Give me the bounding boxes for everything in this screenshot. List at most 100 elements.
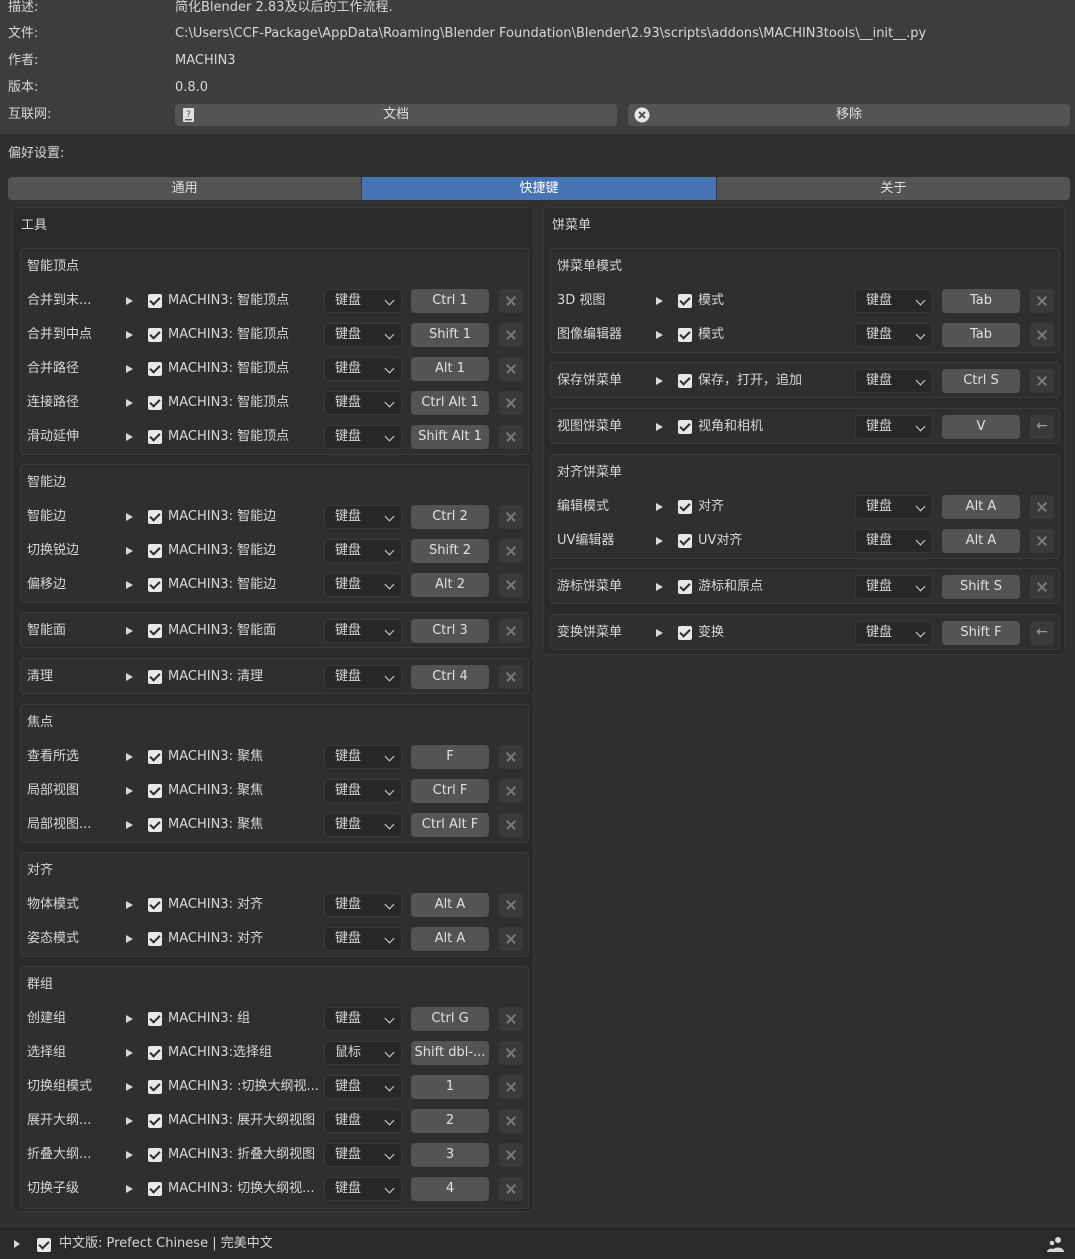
keymap-active-checkbox[interactable] — [148, 510, 162, 524]
key-binding-button[interactable]: Ctrl 1 — [411, 289, 489, 313]
input-type-dropdown[interactable]: 键盘 — [324, 1177, 402, 1201]
expand-triangle-icon[interactable] — [126, 297, 133, 305]
keymap-active-checkbox[interactable] — [678, 580, 692, 594]
keymap-active-checkbox[interactable] — [148, 362, 162, 376]
key-binding-button[interactable]: Ctrl Alt F — [411, 813, 489, 837]
input-type-dropdown[interactable]: 键盘 — [324, 779, 402, 803]
remove-item-button[interactable] — [1030, 529, 1054, 553]
key-binding-button[interactable]: Ctrl F — [411, 779, 489, 803]
input-type-dropdown[interactable]: 键盘 — [324, 893, 402, 917]
remove-item-button[interactable] — [499, 357, 523, 381]
expand-triangle-icon[interactable] — [656, 297, 663, 305]
expand-triangle-icon[interactable] — [126, 547, 133, 555]
remove-item-button[interactable] — [499, 779, 523, 803]
input-type-dropdown[interactable]: 鼠标 — [324, 1041, 402, 1065]
input-type-dropdown[interactable]: 键盘 — [324, 1007, 402, 1031]
input-type-dropdown[interactable]: 键盘 — [324, 813, 402, 837]
key-binding-button[interactable]: Shift 2 — [411, 539, 489, 563]
keymap-active-checkbox[interactable] — [148, 1046, 162, 1060]
key-binding-button[interactable]: Shift 1 — [411, 323, 489, 347]
input-type-dropdown[interactable]: 键盘 — [324, 573, 402, 597]
expand-triangle-icon[interactable] — [126, 1049, 133, 1057]
remove-item-button[interactable] — [499, 391, 523, 415]
expand-triangle-icon[interactable] — [656, 629, 663, 637]
docs-button[interactable]: ? 文档 — [175, 104, 617, 126]
key-binding-button[interactable]: Alt 2 — [411, 573, 489, 597]
key-binding-button[interactable]: Alt 1 — [411, 357, 489, 381]
remove-item-button[interactable] — [499, 1109, 523, 1133]
expand-triangle-icon[interactable] — [126, 901, 133, 909]
keymap-active-checkbox[interactable] — [148, 1114, 162, 1128]
expand-triangle-icon[interactable] — [126, 627, 133, 635]
tab-about[interactable]: 关于 — [716, 177, 1070, 200]
keymap-active-checkbox[interactable] — [148, 430, 162, 444]
input-type-dropdown[interactable]: 键盘 — [324, 289, 402, 313]
keymap-active-checkbox[interactable] — [148, 578, 162, 592]
input-type-dropdown[interactable]: 键盘 — [855, 575, 933, 599]
remove-item-button[interactable] — [1030, 369, 1054, 393]
keymap-active-checkbox[interactable] — [678, 294, 692, 308]
tab-general[interactable]: 通用 — [8, 177, 363, 200]
expand-triangle-icon[interactable] — [126, 513, 133, 521]
expand-triangle-icon[interactable] — [126, 331, 133, 339]
expand-triangle-icon[interactable] — [126, 1083, 133, 1091]
expand-triangle-icon[interactable] — [126, 1185, 133, 1193]
key-binding-button[interactable]: Alt A — [411, 927, 489, 951]
remove-item-button[interactable] — [499, 1007, 523, 1031]
remove-item-button[interactable] — [499, 1075, 523, 1099]
key-binding-button[interactable]: Ctrl Alt 1 — [411, 391, 489, 415]
keymap-active-checkbox[interactable] — [148, 750, 162, 764]
remove-item-button[interactable] — [1030, 323, 1054, 347]
remove-item-button[interactable] — [499, 893, 523, 917]
key-binding-button[interactable]: Alt A — [942, 495, 1020, 519]
remove-item-button[interactable] — [499, 1143, 523, 1167]
key-binding-button[interactable]: Tab — [942, 323, 1020, 347]
key-binding-button[interactable]: Alt A — [942, 529, 1020, 553]
remove-item-button[interactable] — [1030, 289, 1054, 313]
input-type-dropdown[interactable]: 键盘 — [324, 391, 402, 415]
remove-item-button[interactable] — [1030, 495, 1054, 519]
expand-triangle-icon[interactable] — [126, 1015, 133, 1023]
input-type-dropdown[interactable]: 键盘 — [324, 323, 402, 347]
key-binding-button[interactable]: Ctrl 4 — [411, 665, 489, 689]
tab-keymaps[interactable]: 快捷键 — [362, 177, 717, 200]
key-binding-button[interactable]: Shift dbl-... — [411, 1041, 489, 1065]
key-binding-button[interactable]: Ctrl S — [942, 369, 1020, 393]
remove-item-button[interactable] — [499, 745, 523, 769]
expand-triangle-icon[interactable] — [14, 1240, 20, 1248]
key-binding-button[interactable]: Ctrl 3 — [411, 619, 489, 643]
expand-triangle-icon[interactable] — [126, 581, 133, 589]
keymap-active-checkbox[interactable] — [148, 396, 162, 410]
expand-triangle-icon[interactable] — [126, 753, 133, 761]
key-binding-button[interactable]: Alt A — [411, 893, 489, 917]
remove-item-button[interactable] — [499, 573, 523, 597]
input-type-dropdown[interactable]: 键盘 — [324, 927, 402, 951]
keymap-active-checkbox[interactable] — [148, 1012, 162, 1026]
expand-triangle-icon[interactable] — [126, 1151, 133, 1159]
keymap-active-checkbox[interactable] — [678, 420, 692, 434]
keymap-active-checkbox[interactable] — [148, 328, 162, 342]
input-type-dropdown[interactable]: 键盘 — [324, 539, 402, 563]
remove-item-button[interactable] — [499, 323, 523, 347]
keymap-active-checkbox[interactable] — [148, 932, 162, 946]
remove-item-button[interactable] — [499, 505, 523, 529]
expand-triangle-icon[interactable] — [656, 537, 663, 545]
keymap-active-checkbox[interactable] — [678, 534, 692, 548]
keymap-active-checkbox[interactable] — [148, 1148, 162, 1162]
restore-item-button[interactable]: ← — [1030, 415, 1054, 439]
keymap-active-checkbox[interactable] — [148, 784, 162, 798]
keymap-active-checkbox[interactable] — [678, 500, 692, 514]
expand-triangle-icon[interactable] — [126, 935, 133, 943]
keymap-active-checkbox[interactable] — [148, 1182, 162, 1196]
expand-triangle-icon[interactable] — [126, 787, 133, 795]
keymap-active-checkbox[interactable] — [148, 818, 162, 832]
expand-triangle-icon[interactable] — [656, 377, 663, 385]
keymap-active-checkbox[interactable] — [148, 898, 162, 912]
expand-triangle-icon[interactable] — [126, 1117, 133, 1125]
input-type-dropdown[interactable]: 键盘 — [855, 415, 933, 439]
keymap-active-checkbox[interactable] — [148, 544, 162, 558]
remove-item-button[interactable] — [499, 619, 523, 643]
input-type-dropdown[interactable]: 键盘 — [324, 619, 402, 643]
input-type-dropdown[interactable]: 键盘 — [855, 369, 933, 393]
restore-item-button[interactable]: ← — [1030, 621, 1054, 645]
